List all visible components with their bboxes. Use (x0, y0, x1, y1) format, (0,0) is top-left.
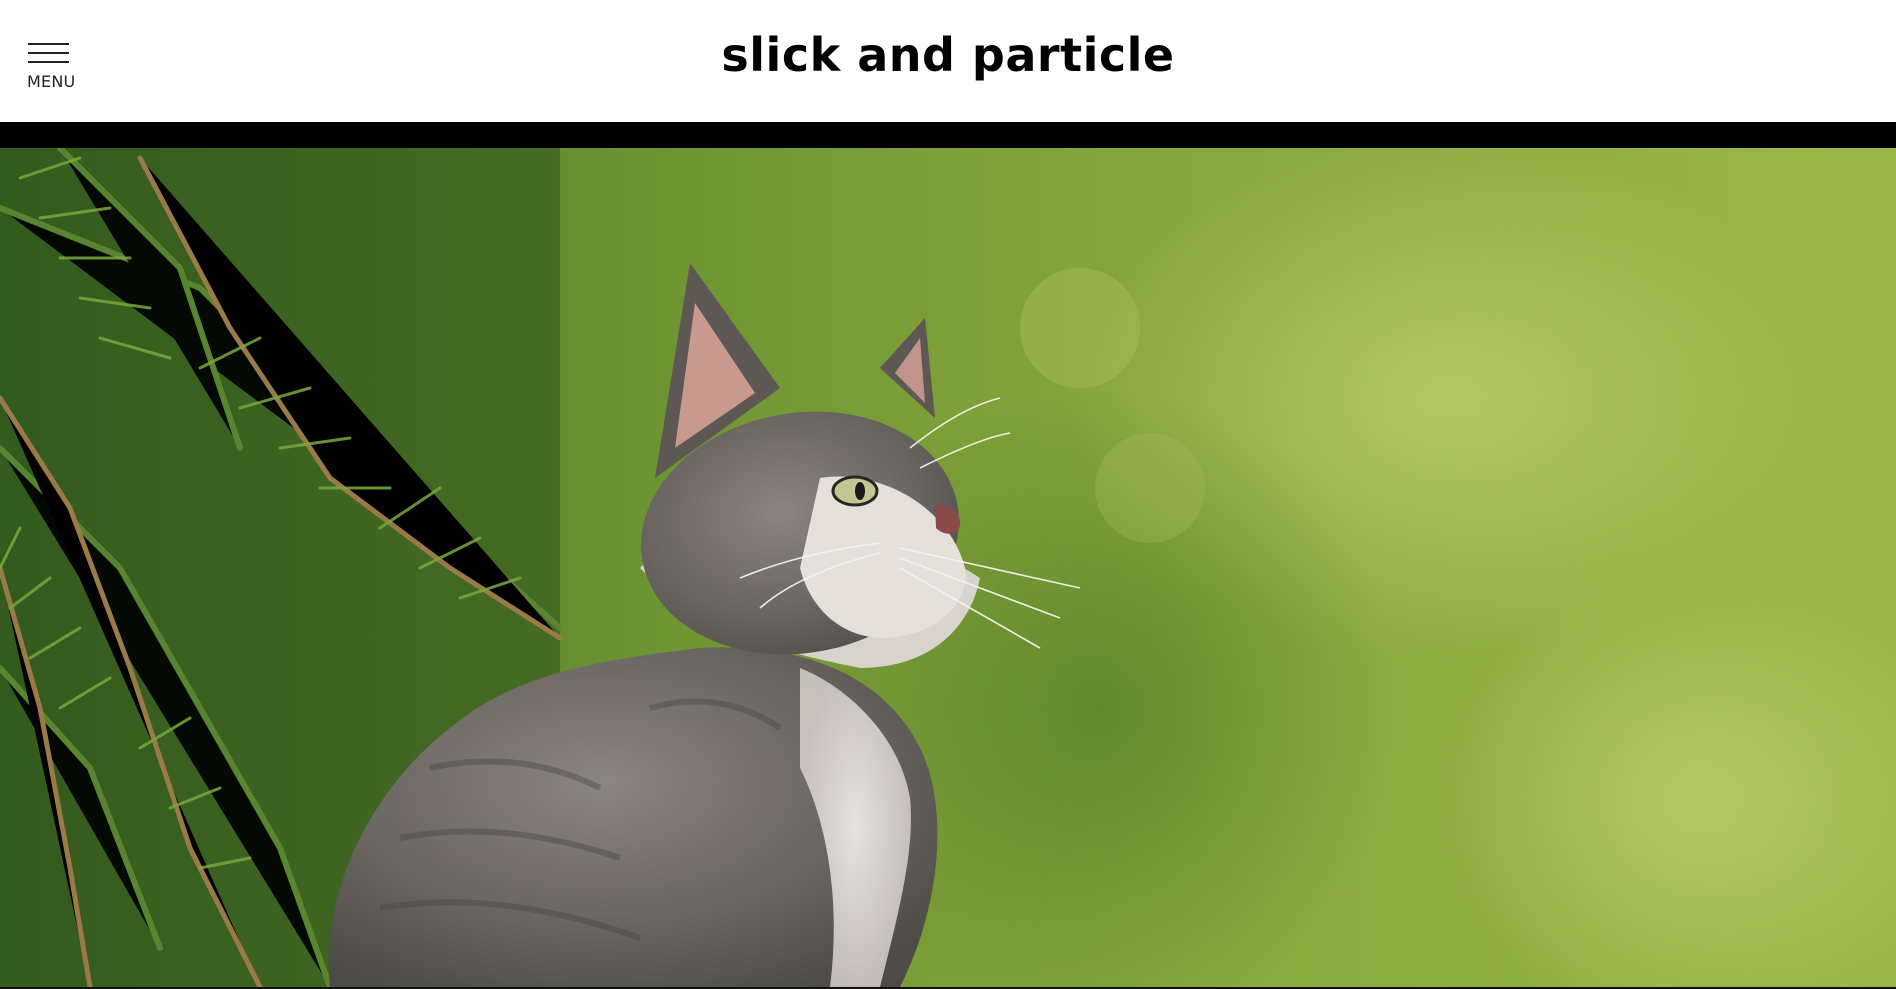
site-title: slick and particle (721, 28, 1175, 82)
site-header: MENU slick and particle (0, 0, 1896, 122)
kitten-photo (0, 148, 1896, 987)
hero-slider[interactable] (0, 148, 1896, 987)
